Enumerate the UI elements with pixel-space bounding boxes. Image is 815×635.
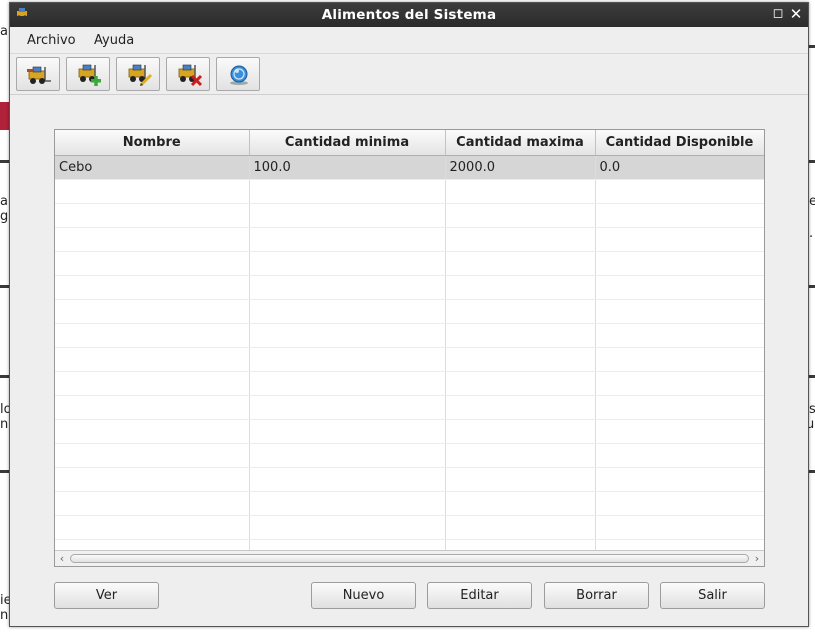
- column-header-nombre[interactable]: Nombre: [55, 130, 250, 156]
- scroll-right-icon[interactable]: ›: [750, 551, 764, 566]
- window-title: Alimentos del Sistema: [321, 7, 497, 23]
- cell-cantidad-minima[interactable]: 100.0: [249, 155, 446, 180]
- table-row-empty[interactable]: [55, 395, 764, 420]
- column-header-cantidad-disponible[interactable]: Cantidad Disponible: [595, 130, 764, 156]
- table-row-empty[interactable]: [55, 299, 764, 324]
- scroll-left-icon[interactable]: ‹: [55, 551, 69, 566]
- background-text: s: [809, 402, 815, 417]
- background-divider: [809, 45, 815, 48]
- nuevo-button[interactable]: Nuevo: [311, 582, 416, 609]
- close-icon[interactable]: ✕: [788, 6, 804, 22]
- title-bar[interactable]: Alimentos del Sistema ◻ ✕: [10, 3, 808, 27]
- table-row-empty[interactable]: [55, 515, 764, 540]
- table-row-empty[interactable]: [55, 491, 764, 516]
- table-row-empty[interactable]: [55, 443, 764, 468]
- background-divider: [809, 375, 815, 378]
- forklift-edit-icon: [128, 64, 153, 87]
- menu-bar: Archivo Ayuda: [10, 27, 808, 54]
- ver-button[interactable]: Ver: [54, 582, 159, 609]
- toolbar: [10, 54, 808, 95]
- background-text: .: [809, 226, 814, 241]
- menu-ayuda[interactable]: Ayuda: [94, 33, 134, 48]
- table-header-row: Nombre Cantidad minima Cantidad maxima C…: [55, 130, 764, 156]
- table-row-empty[interactable]: [55, 275, 764, 300]
- toolbar-delete-button[interactable]: [166, 57, 210, 91]
- toolbar-add-button[interactable]: [66, 57, 110, 91]
- background-image-fragment: [0, 102, 9, 130]
- forklift-add-icon: [78, 64, 101, 86]
- editar-button[interactable]: Editar: [427, 582, 532, 609]
- table-row-empty[interactable]: [55, 203, 764, 228]
- table-row-empty[interactable]: [55, 371, 764, 396]
- column-header-cantidad-maxima[interactable]: Cantidad maxima: [445, 130, 596, 156]
- cell-cantidad-disponible[interactable]: 0.0: [595, 155, 764, 180]
- background-divider: [0, 375, 9, 378]
- borrar-button[interactable]: Borrar: [544, 582, 649, 609]
- background-divider: [809, 160, 815, 163]
- toolbar-info-button[interactable]: [216, 57, 260, 91]
- column-header-cantidad-minima[interactable]: Cantidad minima: [249, 130, 446, 156]
- table-row-empty[interactable]: [55, 323, 764, 348]
- table-row-empty[interactable]: [55, 179, 764, 204]
- background-text: a: [0, 194, 8, 209]
- scrollbar-thumb[interactable]: [70, 554, 749, 563]
- background-divider: [0, 470, 9, 473]
- table-row-empty[interactable]: [55, 419, 764, 444]
- table-row-empty[interactable]: [55, 347, 764, 372]
- background-divider: [809, 470, 815, 473]
- alimentos-table: Nombre Cantidad minima Cantidad maxima C…: [54, 129, 765, 567]
- cell-cantidad-maxima[interactable]: 2000.0: [445, 155, 596, 180]
- horizontal-scrollbar[interactable]: ‹ ›: [55, 550, 764, 566]
- table-row-empty[interactable]: [55, 251, 764, 276]
- background-divider: [809, 285, 815, 288]
- background-divider: [0, 285, 9, 288]
- salir-button[interactable]: Salir: [660, 582, 765, 609]
- menu-archivo[interactable]: Archivo: [27, 33, 76, 48]
- toolbar-edit-button[interactable]: [116, 57, 160, 91]
- background-text: g: [0, 209, 9, 224]
- forklift-view-icon: [27, 66, 51, 84]
- background-text: e: [809, 194, 815, 209]
- table-row[interactable]: Cebo 100.0 2000.0 0.0: [55, 155, 764, 180]
- table-row-empty[interactable]: [55, 227, 764, 252]
- toolbar-view-button[interactable]: [16, 57, 60, 91]
- maximize-icon[interactable]: ◻: [770, 6, 786, 22]
- info-globe-icon: [230, 65, 248, 85]
- forklift-delete-icon: [178, 64, 203, 87]
- background-divider: [0, 160, 9, 163]
- table-row-empty[interactable]: [55, 467, 764, 492]
- cell-nombre[interactable]: Cebo: [55, 155, 250, 180]
- background-text: n: [0, 608, 9, 623]
